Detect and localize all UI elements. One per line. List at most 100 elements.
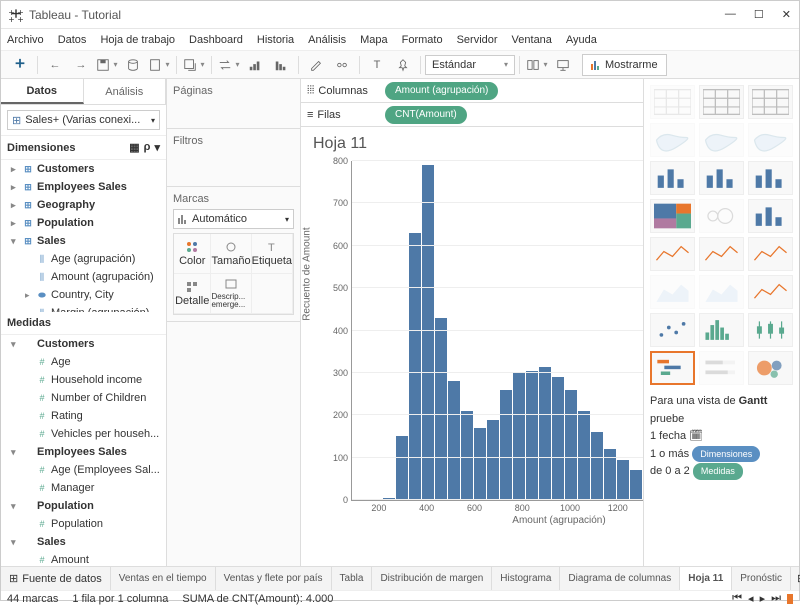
menu-hoja[interactable]: Hoja de trabajo [100,34,175,46]
field-item[interactable]: #Manager [1,479,166,497]
field-item[interactable]: ⫼Age (agrupación) [1,250,166,268]
menu-archivo[interactable]: Archivo [7,34,44,46]
showme-thumb-map[interactable] [748,123,793,157]
field-item[interactable]: #Age (Employees Sal... [1,461,166,479]
showme-thumb-bar[interactable] [699,161,744,195]
menu-dashboard[interactable]: Dashboard [189,34,243,46]
pin-button[interactable] [392,54,414,76]
histogram-bar[interactable] [539,367,551,500]
field-item[interactable]: ▸⊞Customers [1,160,166,178]
histogram-bar[interactable] [513,373,525,500]
histogram-bar[interactable] [487,420,499,501]
showme-thumb-line[interactable] [748,237,793,271]
showme-thumb-cir[interactable] [699,199,744,233]
showme-thumb-line[interactable] [650,237,695,271]
field-item[interactable]: #Number of Children [1,389,166,407]
mark-tooltip[interactable]: Descrip... emerge... [211,274,251,314]
mark-color[interactable]: Color [174,234,211,274]
presentation-button[interactable] [552,54,574,76]
tab-analisis[interactable]: Análisis [84,79,167,104]
field-item[interactable]: #Vehicles per househ... [1,425,166,443]
histogram-bar[interactable] [461,411,473,500]
showme-thumb-tree[interactable] [650,199,695,233]
field-item[interactable]: ⫼Amount (agrupación) [1,268,166,286]
save-button[interactable] [96,54,118,76]
tab-sheet[interactable]: Pronóstic [732,567,791,590]
back-button[interactable]: ← [44,54,66,76]
new-sheet-button[interactable] [148,54,170,76]
showme-thumb-line[interactable] [699,237,744,271]
menu-servidor[interactable]: Servidor [457,34,498,46]
labels-button[interactable]: T [366,54,388,76]
mark-type-select[interactable]: Automático▾ [173,209,294,229]
tab-sheet[interactable]: Ventas en el tiempo [111,567,216,590]
view-icon[interactable]: ▦ [129,141,139,154]
tab-datasource[interactable]: ⊞Fuente de datos [1,567,111,590]
field-item[interactable]: ▾Employees Sales [1,443,166,461]
histogram-bar[interactable] [409,233,421,500]
field-item[interactable]: ⫼Margin (agrupación) [1,304,166,312]
field-item[interactable]: ▾⊞Sales [1,232,166,250]
filters-shelf[interactable]: Filtros [173,135,294,147]
showme-thumb-bar[interactable] [748,161,793,195]
showme-thumb-bar[interactable] [650,161,695,195]
showme-thumb-gantt[interactable] [650,351,695,385]
showme-thumb-bar[interactable] [748,199,793,233]
field-item[interactable]: ▾Sales [1,533,166,551]
showme-thumb-bul[interactable] [699,351,744,385]
showme-thumb-tbl[interactable] [699,85,744,119]
histogram-bar[interactable] [578,411,590,500]
clear-button[interactable] [183,54,205,76]
tab-sheet[interactable]: Ventas y flete por país [216,567,332,590]
mark-size[interactable]: Tamaño [211,234,251,274]
tab-sheet[interactable]: Histograma [492,567,560,590]
histogram-bar[interactable] [396,436,408,500]
showme-thumb-tbl[interactable] [650,85,695,119]
menu-ayuda[interactable]: Ayuda [566,34,597,46]
histogram-bar[interactable] [552,377,564,500]
histogram-bar[interactable] [448,381,460,500]
maximize-button[interactable]: ☐ [754,8,764,21]
field-item[interactable]: #Population [1,515,166,533]
menu-historia[interactable]: Historia [257,34,294,46]
showme-thumb-area[interactable] [699,275,744,309]
histogram-bar[interactable] [630,470,642,500]
field-item[interactable]: ▸⊞Population [1,214,166,232]
show-me-button[interactable]: Mostrarme [582,54,667,76]
menu-formato[interactable]: Formato [402,34,443,46]
tab-sheet[interactable]: Distribución de margen [372,567,492,590]
search-icon[interactable]: ρ [144,141,151,154]
swap-button[interactable] [218,54,240,76]
group-button[interactable] [331,54,353,76]
nav-next-icon[interactable]: ▸ [760,592,766,605]
showme-thumb-map[interactable] [699,123,744,157]
sort-desc-button[interactable] [270,54,292,76]
histogram-bar[interactable] [500,390,512,500]
showme-thumb-box[interactable] [748,313,793,347]
mark-detail[interactable]: Detalle [174,274,211,314]
rows-pill[interactable]: CNT(Amount) [385,106,467,124]
histogram-bar[interactable] [617,460,629,500]
show-cards-button[interactable] [526,54,548,76]
menu-icon[interactable]: ▾ [154,141,160,154]
nav-prev-icon[interactable]: ◂ [748,592,754,605]
datasource-select[interactable]: ⊞Sales+ (Varias conexi...▾ [7,110,160,130]
tab-sheet[interactable]: Diagrama de columnas [560,567,680,590]
mark-label[interactable]: TEtiqueta [252,234,293,274]
field-item[interactable]: #Amount [1,551,166,566]
nav-first-icon[interactable]: ⏮ [732,592,742,605]
fit-select[interactable]: Estándar▾ [425,55,515,75]
showme-thumb-line[interactable] [748,275,793,309]
forward-button[interactable]: → [70,54,92,76]
histogram-bar[interactable] [565,390,577,500]
showme-thumb-hist[interactable] [699,313,744,347]
highlight-button[interactable] [305,54,327,76]
field-item[interactable]: #Age [1,353,166,371]
menu-ventana[interactable]: Ventana [512,34,552,46]
field-item[interactable]: #Household income [1,371,166,389]
pages-shelf[interactable]: Páginas [173,85,294,97]
minimize-button[interactable]: — [725,8,736,21]
field-item[interactable]: ▾Population [1,497,166,515]
tab-sheet-active[interactable]: Hoja 11 [680,567,732,590]
histogram-bar[interactable] [422,165,434,500]
